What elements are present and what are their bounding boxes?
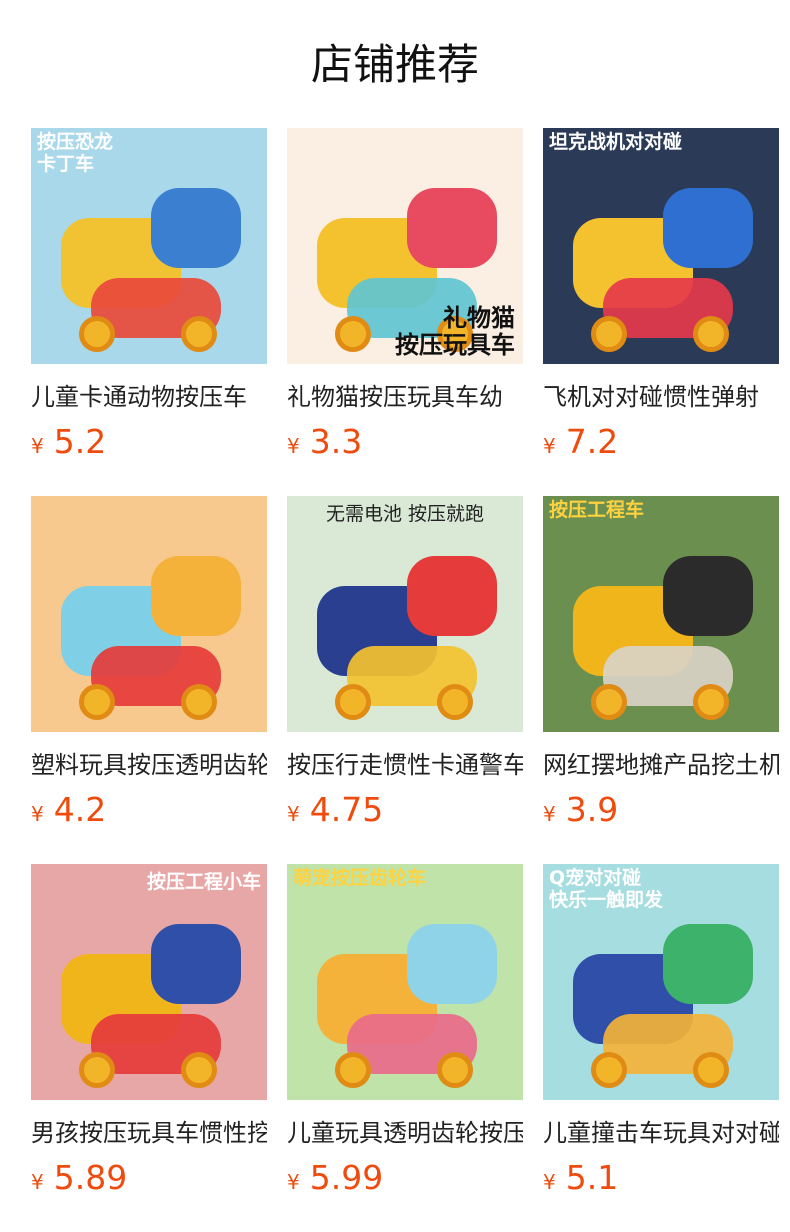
product-image[interactable]: 坦克战机对对碰: [543, 128, 779, 364]
product-card[interactable]: Q宠对对碰 快乐一触即发儿童撞击车玩具对对碰 ¥5.1: [543, 864, 779, 1232]
wheel-icon: [79, 316, 115, 352]
image-caption: 礼物猫 按压玩具车: [395, 303, 515, 360]
wheel-icon: [335, 316, 371, 352]
product-image[interactable]: 按压恐龙 卡丁车: [31, 128, 267, 364]
toy-shape: [663, 556, 753, 636]
price-value: 3.9: [565, 790, 619, 829]
wheel-icon: [79, 684, 115, 720]
toy-shape: [407, 556, 497, 636]
product-name[interactable]: 礼物猫按压玩具车幼: [287, 380, 523, 414]
image-caption: 无需电池 按压就跑: [325, 503, 485, 525]
product-name[interactable]: 网红摆地摊产品挖土机: [543, 748, 779, 782]
currency-symbol: ¥: [543, 1170, 556, 1194]
toy-shape: [663, 188, 753, 268]
price-value: 5.1: [565, 1158, 619, 1197]
wheel-icon: [181, 316, 217, 352]
price-value: 5.99: [309, 1158, 384, 1197]
product-name[interactable]: 男孩按压玩具车惯性挖: [31, 1116, 267, 1150]
currency-symbol: ¥: [31, 434, 44, 458]
image-caption: 按压工程车: [549, 499, 645, 521]
price-value: 7.2: [565, 422, 619, 461]
wheel-icon: [591, 1052, 627, 1088]
product-card[interactable]: 按压恐龙 卡丁车儿童卡通动物按压车 ¥5.2: [31, 128, 267, 496]
price-value: 5.2: [53, 422, 107, 461]
product-price: ¥7.2: [543, 420, 779, 464]
currency-symbol: ¥: [287, 434, 300, 458]
product-price: ¥5.2: [31, 420, 267, 464]
product-name[interactable]: 飞机对对碰惯性弹射: [543, 380, 779, 414]
product-card[interactable]: 无需电池 按压就跑按压行走惯性卡通警车 ¥4.75: [287, 496, 523, 864]
product-name[interactable]: 儿童玩具透明齿轮按压: [287, 1116, 523, 1150]
product-card[interactable]: 塑料玩具按压透明齿轮 ¥4.2: [31, 496, 267, 864]
price-value: 3.3: [309, 422, 363, 461]
wheel-icon: [591, 684, 627, 720]
wheel-icon: [181, 1052, 217, 1088]
product-card[interactable]: 萌宠按压齿轮车儿童玩具透明齿轮按压 ¥5.99: [287, 864, 523, 1232]
image-caption: 按压工程小车: [146, 871, 261, 893]
product-image[interactable]: 按压工程车: [543, 496, 779, 732]
wheel-icon: [79, 1052, 115, 1088]
section-title: 店铺推荐: [310, 40, 479, 89]
product-card[interactable]: 礼物猫 按压玩具车礼物猫按压玩具车幼 ¥3.3: [287, 128, 523, 496]
shop-recommendation-page: 店铺推荐 按压恐龙 卡丁车儿童卡通动物按压车 ¥5.2 礼物猫 按压玩具车礼物猫按压…: [0, 0, 790, 1232]
product-image[interactable]: [31, 496, 267, 732]
currency-symbol: ¥: [31, 802, 44, 826]
product-price: ¥3.9: [543, 788, 779, 832]
product-image[interactable]: 按压工程小车: [31, 864, 267, 1100]
wheel-icon: [437, 1052, 473, 1088]
currency-symbol: ¥: [287, 1170, 300, 1194]
product-price: ¥3.3: [287, 420, 523, 464]
toy-shape: [407, 924, 497, 1004]
image-caption: 萌宠按压齿轮车: [293, 867, 427, 889]
toy-shape: [407, 188, 497, 268]
wheel-icon: [693, 684, 729, 720]
price-value: 4.2: [53, 790, 107, 829]
wheel-icon: [335, 1052, 371, 1088]
currency-symbol: ¥: [543, 802, 556, 826]
product-name[interactable]: 按压行走惯性卡通警车: [287, 748, 523, 782]
price-value: 4.75: [309, 790, 384, 829]
product-image[interactable]: 无需电池 按压就跑: [287, 496, 523, 732]
wheel-icon: [335, 684, 371, 720]
product-price: ¥5.89: [31, 1156, 267, 1200]
toy-shape: [151, 188, 241, 268]
image-caption: 按压恐龙 卡丁车: [37, 131, 114, 175]
image-caption: 坦克战机对对碰: [549, 131, 683, 153]
product-price: ¥4.75: [287, 788, 523, 832]
wheel-icon: [437, 684, 473, 720]
product-price: ¥5.99: [287, 1156, 523, 1200]
price-value: 5.89: [53, 1158, 128, 1197]
wheel-icon: [693, 316, 729, 352]
toy-shape: [663, 924, 753, 1004]
product-card[interactable]: 坦克战机对对碰飞机对对碰惯性弹射 ¥7.2: [543, 128, 779, 496]
product-card[interactable]: 按压工程小车男孩按压玩具车惯性挖 ¥5.89: [31, 864, 267, 1232]
currency-symbol: ¥: [543, 434, 556, 458]
wheel-icon: [181, 684, 217, 720]
currency-symbol: ¥: [31, 1170, 44, 1194]
product-name[interactable]: 儿童卡通动物按压车: [31, 380, 267, 414]
product-image[interactable]: Q宠对对碰 快乐一触即发: [543, 864, 779, 1100]
product-name[interactable]: 塑料玩具按压透明齿轮: [31, 748, 267, 782]
product-image[interactable]: 萌宠按压齿轮车: [287, 864, 523, 1100]
toy-shape: [151, 556, 241, 636]
toy-shape: [151, 924, 241, 1004]
product-price: ¥4.2: [31, 788, 267, 832]
product-grid: 按压恐龙 卡丁车儿童卡通动物按压车 ¥5.2 礼物猫 按压玩具车礼物猫按压玩具车幼 ¥…: [31, 128, 781, 1232]
product-image[interactable]: 礼物猫 按压玩具车: [287, 128, 523, 364]
currency-symbol: ¥: [287, 802, 300, 826]
wheel-icon: [591, 316, 627, 352]
product-name[interactable]: 儿童撞击车玩具对对碰: [543, 1116, 779, 1150]
image-caption: Q宠对对碰 快乐一触即发: [549, 867, 664, 911]
product-price: ¥5.1: [543, 1156, 779, 1200]
product-card[interactable]: 按压工程车网红摆地摊产品挖土机 ¥3.9: [543, 496, 779, 864]
wheel-icon: [693, 1052, 729, 1088]
